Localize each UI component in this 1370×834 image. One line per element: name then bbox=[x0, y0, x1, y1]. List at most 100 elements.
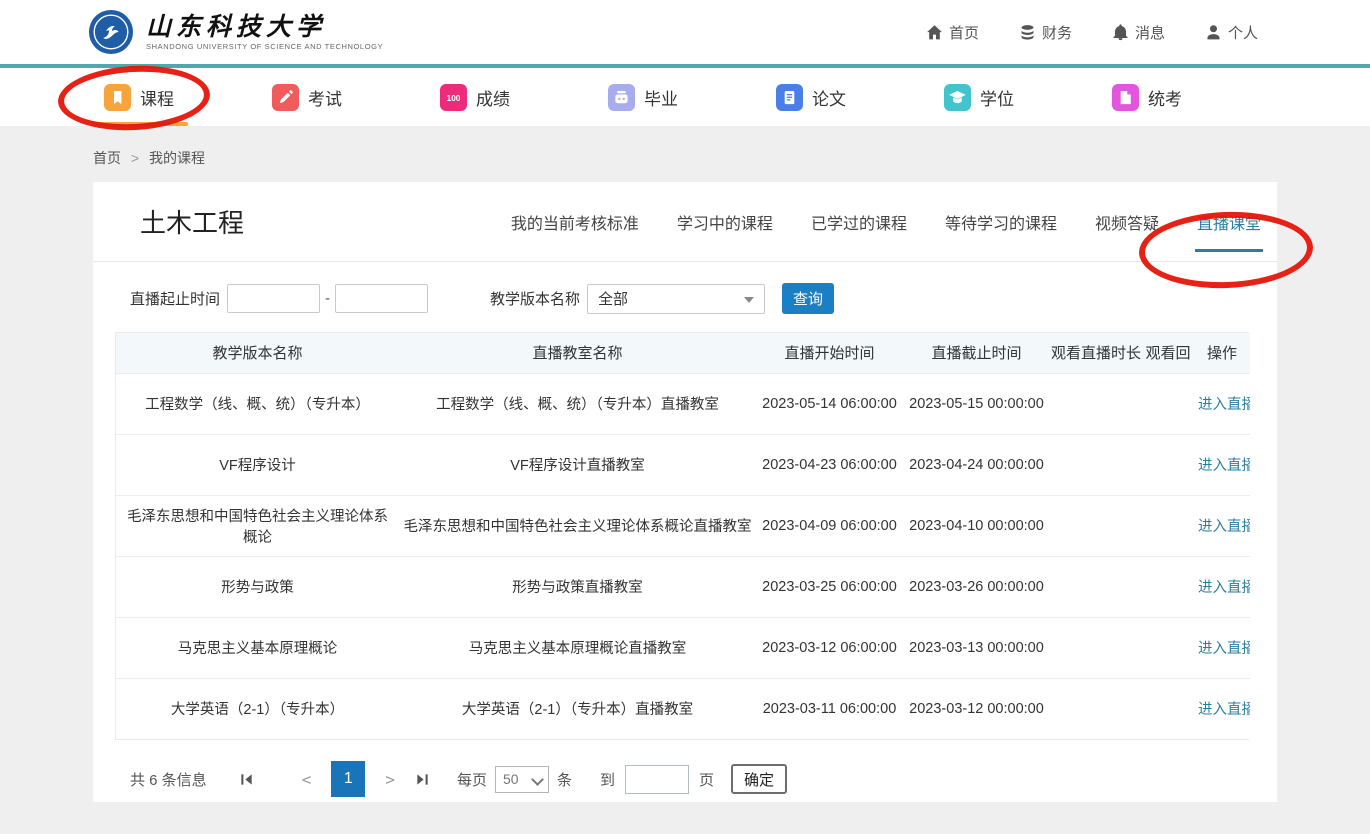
top-nav-profile[interactable]: 个人 bbox=[1205, 22, 1258, 43]
cell-start-time: 2023-05-14 06:00:00 bbox=[756, 373, 903, 434]
nav-item-label: 论文 bbox=[812, 85, 846, 110]
goto-page-input[interactable] bbox=[625, 765, 689, 794]
enter-live-link[interactable]: 进入直播 bbox=[1198, 702, 1250, 718]
nav-item-thesis[interactable]: 论文 bbox=[776, 68, 944, 126]
tab-live-classroom[interactable]: 直播课堂 bbox=[1197, 182, 1261, 261]
live-time-to-input[interactable] bbox=[335, 284, 428, 313]
table-row: 毛泽东思想和中国特色社会主义理论体系概论 毛泽东思想和中国特色社会主义理论体系概… bbox=[116, 495, 1250, 556]
cell-end-time: 2023-03-26 00:00:00 bbox=[903, 556, 1050, 617]
university-emblem-icon bbox=[88, 9, 134, 55]
tab-assessment-criteria[interactable]: 我的当前考核标准 bbox=[511, 182, 639, 261]
top-nav-home[interactable]: 首页 bbox=[926, 22, 979, 43]
breadcrumb-separator: > bbox=[131, 150, 139, 166]
cell-watch-duration bbox=[1050, 556, 1142, 617]
cell-teaching-version: 工程数学（线、概、统）（专升本） bbox=[116, 373, 399, 434]
course-tabs: 我的当前考核标准 学习中的课程 已学过的课程 等待学习的课程 视频答疑 直播课堂 bbox=[511, 182, 1261, 261]
cell-operation: 进入直播 bbox=[1194, 434, 1250, 495]
enter-live-link[interactable]: 进入直播 bbox=[1198, 641, 1250, 657]
cell-end-time: 2023-04-24 00:00:00 bbox=[903, 434, 1050, 495]
cell-watch-duration bbox=[1050, 678, 1142, 739]
cell-operation: 进入直播 bbox=[1194, 495, 1250, 556]
col-header-version: 教学版本名称 bbox=[116, 333, 399, 373]
cell-start-time: 2023-03-25 06:00:00 bbox=[756, 556, 903, 617]
thesis-document-icon bbox=[776, 84, 803, 111]
per-page-select[interactable]: 50 bbox=[495, 766, 549, 793]
exam-pencil-icon bbox=[272, 84, 299, 111]
live-time-from-input[interactable] bbox=[227, 284, 320, 313]
pagination: 共 6 条信息 < 1 > 每页 50 条 到 页 确定 bbox=[93, 761, 1277, 797]
top-nav-finance[interactable]: 财务 bbox=[1019, 22, 1072, 43]
top-header: 山东科技大学 SHANDONG UNIVERSITY OF SCIENCE AN… bbox=[0, 0, 1370, 64]
tab-video-qa[interactable]: 视频答疑 bbox=[1095, 182, 1159, 261]
teaching-version-label: 教学版本名称 bbox=[490, 288, 580, 309]
university-logo[interactable]: 山东科技大学 SHANDONG UNIVERSITY OF SCIENCE AN… bbox=[88, 9, 383, 55]
cell-replay bbox=[1142, 678, 1194, 739]
enter-live-link[interactable]: 进入直播 bbox=[1198, 397, 1250, 413]
nav-item-label: 考试 bbox=[308, 85, 342, 110]
svg-text:100: 100 bbox=[447, 93, 461, 103]
nav-item-label: 课程 bbox=[140, 85, 174, 110]
per-page-unit: 条 bbox=[557, 769, 572, 790]
teaching-version-select[interactable]: 全部 bbox=[587, 284, 765, 314]
top-nav-messages[interactable]: 消息 bbox=[1112, 22, 1165, 43]
first-page-icon[interactable] bbox=[239, 772, 254, 787]
col-header-watch-duration: 观看直播时长 bbox=[1050, 333, 1142, 373]
cell-live-room: VF程序设计直播教室 bbox=[399, 434, 756, 495]
top-nav-label: 首页 bbox=[949, 22, 979, 43]
enter-live-link[interactable]: 进入直播 bbox=[1198, 458, 1250, 474]
col-header-end-time: 直播截止时间 bbox=[903, 333, 1050, 373]
confirm-button[interactable]: 确定 bbox=[731, 764, 787, 794]
tab-courses-completed[interactable]: 已学过的课程 bbox=[811, 182, 907, 261]
logo-en: SHANDONG UNIVERSITY OF SCIENCE AND TECHN… bbox=[146, 42, 383, 51]
pagination-total: 共 6 条信息 bbox=[130, 769, 207, 790]
home-icon bbox=[926, 24, 943, 41]
enter-live-link[interactable]: 进入直播 bbox=[1198, 580, 1250, 596]
prev-page-icon[interactable]: < bbox=[302, 770, 312, 789]
cell-start-time: 2023-04-23 06:00:00 bbox=[756, 434, 903, 495]
tab-courses-in-progress[interactable]: 学习中的课程 bbox=[677, 182, 773, 261]
cell-live-room: 形势与政策直播教室 bbox=[399, 556, 756, 617]
cell-replay bbox=[1142, 373, 1194, 434]
nav-item-unified-exam[interactable]: 统考 bbox=[1112, 68, 1280, 126]
main-nav: 课程 考试 100 成绩 毕业 论文 bbox=[0, 68, 1370, 126]
logo-cn: 山东科技大学 bbox=[146, 13, 383, 41]
query-button[interactable]: 查询 bbox=[782, 283, 834, 314]
last-page-icon[interactable] bbox=[415, 772, 430, 787]
cell-start-time: 2023-03-11 06:00:00 bbox=[756, 678, 903, 739]
cell-teaching-version: 马克思主义基本原理概论 bbox=[116, 617, 399, 678]
nav-item-label: 统考 bbox=[1148, 85, 1182, 110]
page-number-button[interactable]: 1 bbox=[331, 761, 365, 797]
page-title: 土木工程 bbox=[140, 203, 244, 240]
table-row: 大学英语（2-1）（专升本） 大学英语（2-1）（专升本）直播教室 2023-0… bbox=[116, 678, 1250, 739]
breadcrumb-home[interactable]: 首页 bbox=[93, 150, 121, 166]
breadcrumb: 首页 > 我的课程 bbox=[0, 126, 1370, 168]
per-page-label: 每页 bbox=[457, 769, 487, 790]
table-header-row: 教学版本名称 直播教室名称 直播开始时间 直播截止时间 观看直播时长 观看回 操… bbox=[116, 333, 1250, 373]
cell-end-time: 2023-04-10 00:00:00 bbox=[903, 495, 1050, 556]
top-nav-label: 个人 bbox=[1228, 22, 1258, 43]
live-time-range-label: 直播起止时间 bbox=[130, 288, 220, 309]
card-header: 土木工程 我的当前考核标准 学习中的课程 已学过的课程 等待学习的课程 视频答疑… bbox=[93, 182, 1277, 262]
cell-start-time: 2023-04-09 06:00:00 bbox=[756, 495, 903, 556]
nav-item-degree[interactable]: 学位 bbox=[944, 68, 1112, 126]
cell-teaching-version: VF程序设计 bbox=[116, 434, 399, 495]
page-root: 山东科技大学 SHANDONG UNIVERSITY OF SCIENCE AN… bbox=[0, 0, 1370, 834]
per-page-selected-value: 50 bbox=[503, 771, 519, 787]
nav-item-grades[interactable]: 100 成绩 bbox=[440, 68, 608, 126]
tab-courses-waiting[interactable]: 等待学习的课程 bbox=[945, 182, 1057, 261]
nav-item-graduation[interactable]: 毕业 bbox=[608, 68, 776, 126]
cell-end-time: 2023-03-13 00:00:00 bbox=[903, 617, 1050, 678]
enter-live-link[interactable]: 进入直播 bbox=[1198, 519, 1250, 535]
cell-replay bbox=[1142, 434, 1194, 495]
cell-watch-duration bbox=[1050, 434, 1142, 495]
cell-live-room: 工程数学（线、概、统）（专升本）直播教室 bbox=[399, 373, 756, 434]
breadcrumb-current: 我的课程 bbox=[149, 150, 205, 166]
cell-operation: 进入直播 bbox=[1194, 373, 1250, 434]
nav-item-courses[interactable]: 课程 bbox=[104, 68, 272, 126]
nav-item-exams[interactable]: 考试 bbox=[272, 68, 440, 126]
nav-item-label: 学位 bbox=[980, 85, 1014, 110]
col-header-start-time: 直播开始时间 bbox=[756, 333, 903, 373]
cell-teaching-version: 大学英语（2-1）（专升本） bbox=[116, 678, 399, 739]
next-page-icon[interactable]: > bbox=[385, 770, 395, 789]
unified-exam-folder-icon bbox=[1112, 84, 1139, 111]
